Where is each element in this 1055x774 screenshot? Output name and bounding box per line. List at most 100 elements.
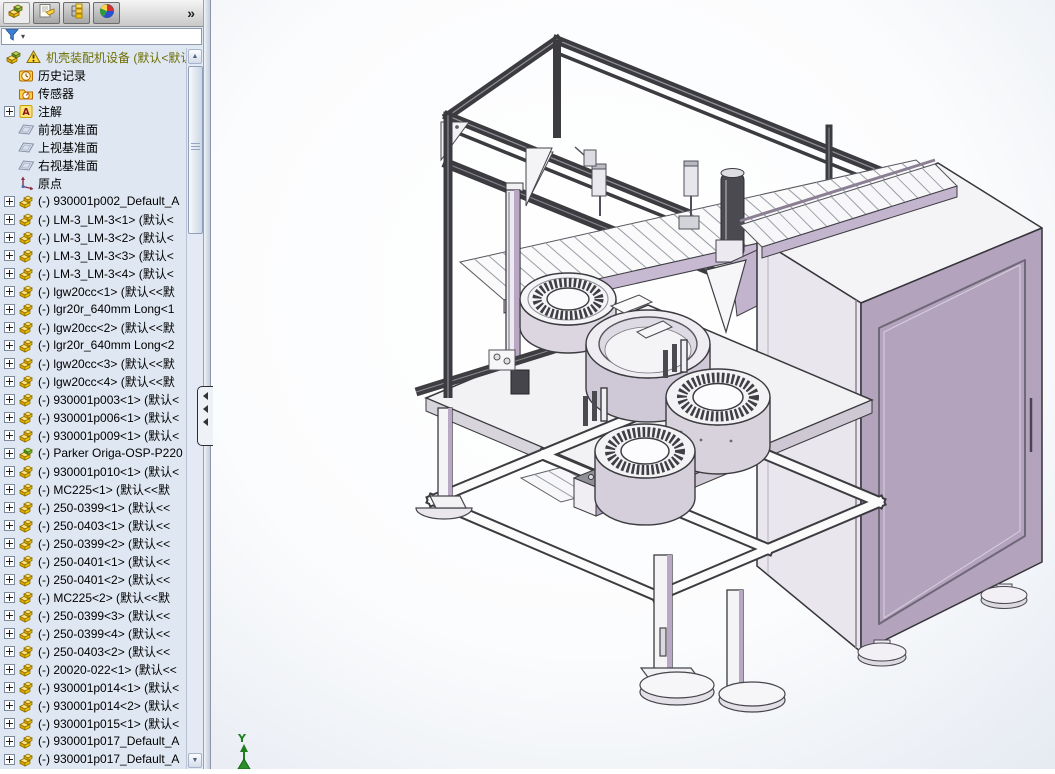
expand-toggle[interactable] <box>4 375 15 387</box>
tree-item[interactable]: (-) 930001p010<1> (默认< <box>0 462 186 480</box>
expand-toggle[interactable] <box>4 681 15 693</box>
tree-filter-input[interactable]: ▾ <box>1 28 202 45</box>
tree-item[interactable]: (-) MC225<2> (默认<<默 <box>0 588 186 606</box>
expand-toggle[interactable] <box>4 663 15 675</box>
filter-dropdown-arrow[interactable]: ▾ <box>21 32 25 41</box>
expand-toggle[interactable] <box>4 555 15 567</box>
expand-toggle[interactable] <box>4 483 15 495</box>
tree-item[interactable]: (-) lgr20r_640mm Long<2 <box>0 336 186 354</box>
expand-toggle[interactable] <box>4 735 15 747</box>
tree-item-label: (-) 20020-022<1> (默认<< <box>38 662 177 677</box>
tree-item[interactable]: (-) 930001p006<1> (默认< <box>0 408 186 426</box>
tree-item[interactable]: (-) 250-0403<2> (默认<< <box>0 642 186 660</box>
expand-toggle[interactable] <box>4 753 15 765</box>
tab-propertymanager[interactable] <box>33 2 60 24</box>
tree-item[interactable]: (-) LM-3_LM-3<1> (默认< <box>0 210 186 228</box>
expand-toggle[interactable] <box>4 213 15 225</box>
tree-item-label: (-) lgr20r_640mm Long<2 <box>38 338 175 352</box>
tree-item[interactable]: (-) lgw20cc<2> (默认<<默 <box>0 318 186 336</box>
tree-item[interactable]: (-) 250-0401<2> (默认<< <box>0 570 186 588</box>
graphics-viewport[interactable]: Y <box>211 0 1055 770</box>
panel-splitter[interactable] <box>204 0 211 769</box>
tree-item-label: (-) lgw20cc<2> (默认<<默 <box>38 320 175 335</box>
expand-toggle[interactable] <box>4 393 15 405</box>
tree-item[interactable]: (-) 930001p017_Default_A <box>0 750 186 768</box>
expand-toggle[interactable] <box>4 537 15 549</box>
tab-displaymanager[interactable] <box>93 2 120 24</box>
tree-item[interactable]: (-) 250-0399<2> (默认<< <box>0 534 186 552</box>
expand-toggle[interactable] <box>4 699 15 711</box>
tree-item-label: (-) lgw20cc<3> (默认<<默 <box>38 356 175 371</box>
tree-item[interactable]: A 注解 <box>0 102 186 120</box>
tree-item[interactable]: (-) 930001p003<1> (默认< <box>0 390 186 408</box>
tree-item[interactable]: (-) LM-3_LM-3<2> (默认< <box>0 228 186 246</box>
tree-item[interactable]: (-) 250-0403<1> (默认<< <box>0 516 186 534</box>
expand-toggle[interactable] <box>4 105 15 117</box>
tree-item-label: (-) 250-0401<2> (默认<< <box>38 572 171 587</box>
panel-collapse-handle[interactable] <box>197 386 213 446</box>
more-tabs-chevron[interactable]: » <box>187 5 200 21</box>
scroll-down-arrow[interactable]: ▼ <box>188 753 202 768</box>
tree-item[interactable]: (-) lgr20r_640mm Long<1 <box>0 300 186 318</box>
tree-item-label: (-) 930001p009<1> (默认< <box>38 428 180 443</box>
expand-toggle[interactable] <box>4 357 15 369</box>
tree-item[interactable]: (-) lgw20cc<3> (默认<<默 <box>0 354 186 372</box>
tree-item[interactable]: 传感器 <box>0 84 186 102</box>
tab-configurationmanager[interactable] <box>63 2 90 24</box>
tree-item[interactable]: (-) lgw20cc<1> (默认<<默 <box>0 282 186 300</box>
tree-item[interactable]: (-) MC225<1> (默认<<默 <box>0 480 186 498</box>
tree-item[interactable]: (-) 930001p015<1> (默认< <box>0 714 186 732</box>
tree-item[interactable]: (-) 250-0399<1> (默认<< <box>0 498 186 516</box>
tree-item[interactable]: 上视基准面 <box>0 138 186 156</box>
expand-toggle[interactable] <box>4 465 15 477</box>
expand-toggle[interactable] <box>4 285 15 297</box>
expand-toggle[interactable] <box>4 447 15 459</box>
expand-toggle[interactable] <box>4 429 15 441</box>
tree-item[interactable]: 右视基准面 <box>0 156 186 174</box>
expand-toggle[interactable] <box>4 411 15 423</box>
expand-toggle[interactable] <box>4 267 15 279</box>
scroll-up-arrow[interactable]: ▲ <box>188 49 202 64</box>
expand-toggle[interactable] <box>4 717 15 729</box>
expand-toggle[interactable] <box>4 645 15 657</box>
tree-root-item[interactable]: 机壳装配机设备 (默认<默认 <box>0 48 186 66</box>
expand-toggle[interactable] <box>4 519 15 531</box>
tree-item[interactable]: (-) 250-0401<1> (默认<< <box>0 552 186 570</box>
scrollbar-thumb[interactable] <box>188 66 203 234</box>
tree-item[interactable]: (-) LM-3_LM-3<3> (默认< <box>0 246 186 264</box>
tree-item[interactable]: (-) 930001p002_Default_A <box>0 192 186 210</box>
expand-toggle[interactable] <box>4 339 15 351</box>
tree-item[interactable]: (-) 930001p014<1> (默认< <box>0 678 186 696</box>
component-icon <box>18 356 35 371</box>
tree-item-label: (-) 250-0399<1> (默认<< <box>38 500 171 515</box>
tree-item[interactable]: (-) 250-0399<3> (默认<< <box>0 606 186 624</box>
tree-item[interactable]: (-) 250-0399<4> (默认<< <box>0 624 186 642</box>
tree-item[interactable]: (-) LM-3_LM-3<4> (默认< <box>0 264 186 282</box>
svg-text:Y: Y <box>237 732 247 745</box>
tree-item[interactable]: (-) 930001p017_Default_A <box>0 732 186 750</box>
tree-item[interactable]: (-) lgw20cc<4> (默认<<默 <box>0 372 186 390</box>
tree-item[interactable]: 前视基准面 <box>0 120 186 138</box>
expand-toggle[interactable] <box>4 501 15 513</box>
tree-item[interactable]: 原点 <box>0 174 186 192</box>
tree-item-label: (-) 930001p017_Default_A <box>38 734 180 748</box>
expand-toggle[interactable] <box>4 609 15 621</box>
tree-item[interactable]: (-) 930001p009<1> (默认< <box>0 426 186 444</box>
expand-toggle[interactable] <box>4 231 15 243</box>
expand-toggle[interactable] <box>4 627 15 639</box>
configurations-icon <box>68 3 86 24</box>
tree-item[interactable]: (-) 20020-022<1> (默认<< <box>0 660 186 678</box>
expand-toggle[interactable] <box>4 195 15 207</box>
expand-toggle[interactable] <box>4 303 15 315</box>
expand-toggle[interactable] <box>4 249 15 261</box>
expand-toggle[interactable] <box>4 321 15 333</box>
component-icon <box>18 626 35 641</box>
component-icon <box>18 212 35 227</box>
expand-toggle[interactable] <box>4 591 15 603</box>
expand-toggle[interactable] <box>4 573 15 585</box>
tree-item[interactable]: (-) Parker Origa-OSP-P220 <box>0 444 186 462</box>
tab-featuremanager-tree[interactable] <box>3 2 30 24</box>
tree-item[interactable]: (-) 930001p014<2> (默认< <box>0 696 186 714</box>
component-icon <box>18 680 35 695</box>
tree-item[interactable]: 历史记录 <box>0 66 186 84</box>
